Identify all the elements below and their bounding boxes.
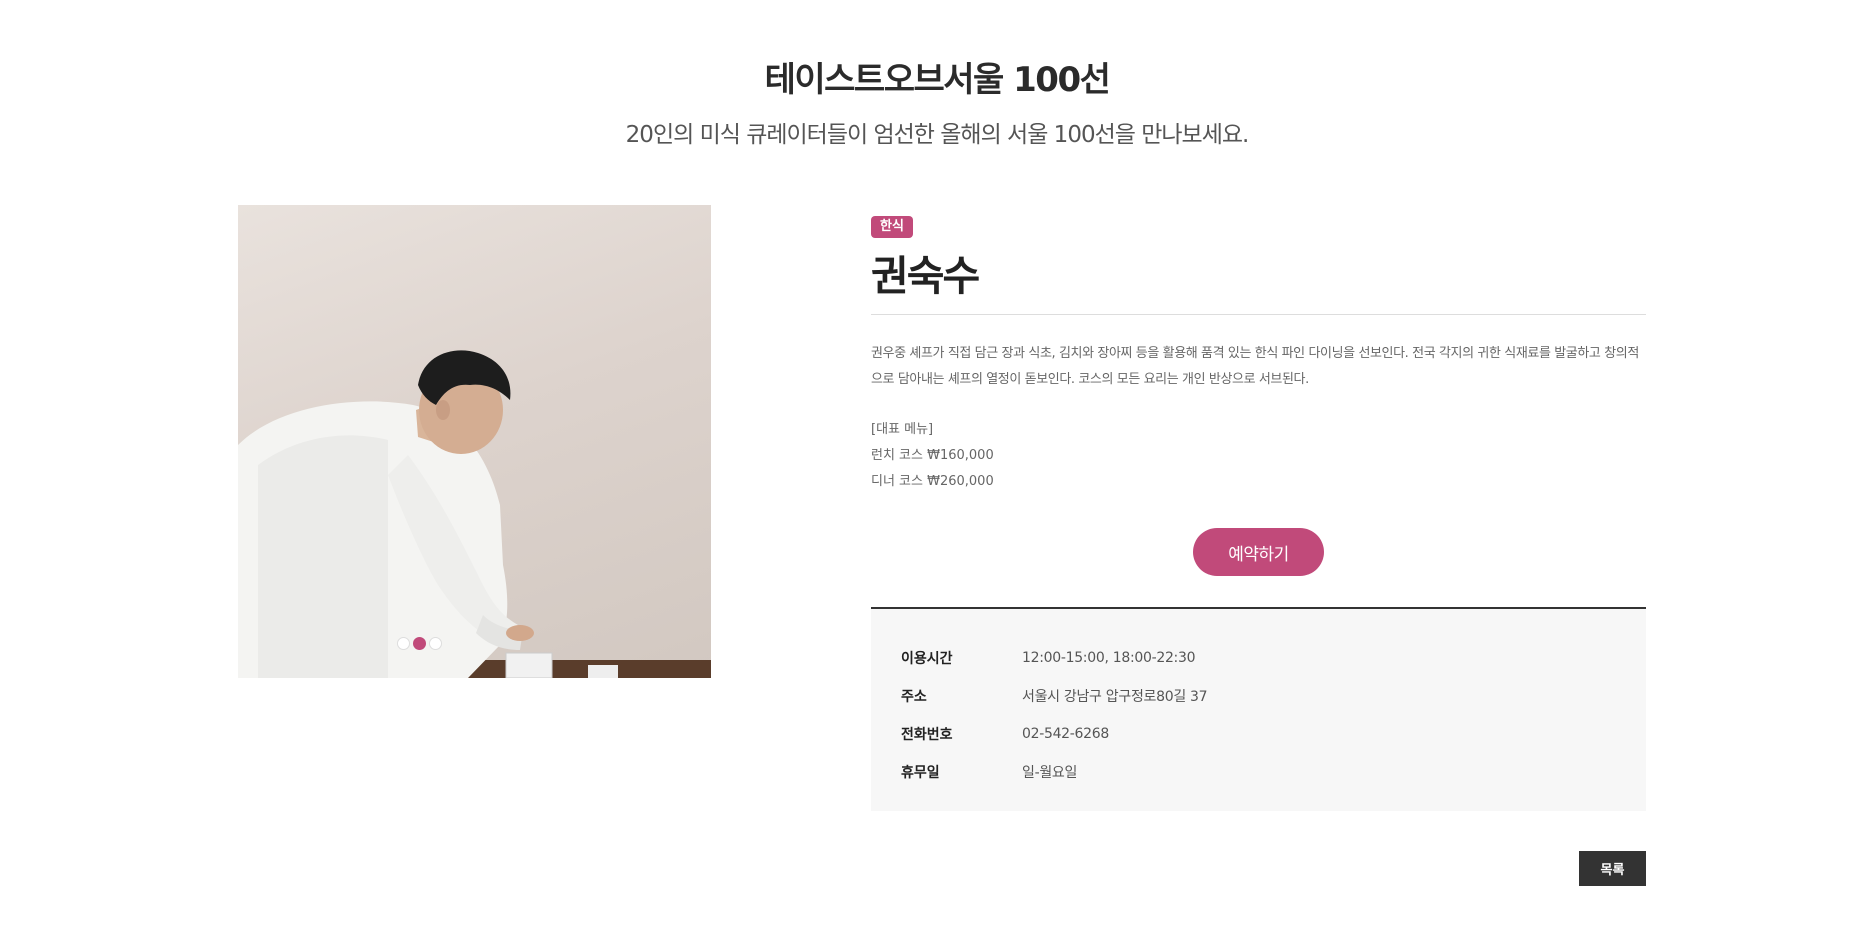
detail-label: 주소 — [901, 689, 927, 705]
detail-row-address: 주소 서울시 강남구 압구정로80길 37 — [901, 677, 1616, 715]
list-button[interactable]: 목록 — [1579, 851, 1646, 886]
detail-row-hours: 이용시간 12:00-15:00, 18:00-22:30 — [901, 639, 1616, 677]
detail-value: 서울시 강남구 압구정로80길 37 — [1022, 689, 1208, 705]
detail-value: 02-542-6268 — [1022, 726, 1109, 742]
detail-value: 일-월요일 — [1022, 765, 1078, 781]
detail-table: 이용시간 12:00-15:00, 18:00-22:30 주소 서울시 강남구… — [871, 607, 1646, 811]
divider — [871, 314, 1646, 315]
category-badge: 한식 — [871, 216, 913, 238]
restaurant-info: 한식 권숙수 권우중 셰프가 직접 담근 장과 식초, 김치와 장아찌 등을 활… — [871, 215, 1646, 576]
menu-item-dinner: 디너 코스 ₩260,000 — [871, 474, 994, 489]
detail-label: 이용시간 — [901, 651, 953, 667]
page-subtitle: 20인의 미식 큐레이터들이 엄선한 올해의 서울 100선을 만나보세요. — [625, 122, 1250, 148]
slider-dots — [238, 637, 656, 650]
detail-label: 전화번호 — [901, 727, 953, 743]
page: 테이스트오브서울 100선 20인의 미식 큐레이터들이 엄선한 올해의 서울 … — [0, 0, 1874, 926]
detail-row-closed: 휴무일 일-월요일 — [901, 753, 1616, 791]
restaurant-description: 권우중 셰프가 직접 담근 장과 식초, 김치와 장아찌 등을 활용해 품격 있… — [871, 346, 1639, 387]
detail-row-phone: 전화번호 02-542-6268 — [901, 715, 1616, 753]
menu-title: [대표 메뉴] — [871, 422, 934, 437]
restaurant-name: 권숙수 — [871, 252, 980, 300]
slider-dot-2-active[interactable] — [413, 637, 426, 650]
detail-label: 휴무일 — [901, 765, 940, 781]
chef-photo — [238, 350, 711, 678]
slider-dot-1[interactable] — [397, 637, 410, 650]
reserve-button[interactable]: 예약하기 — [1193, 528, 1324, 576]
page-title: 테이스트오브서울 100선 — [764, 60, 1111, 100]
menu-item-lunch: 런치 코스 ₩160,000 — [871, 448, 994, 463]
slider-dot-3[interactable] — [429, 637, 442, 650]
restaurant-photo-slider[interactable] — [238, 205, 711, 678]
detail-value: 12:00-15:00, 18:00-22:30 — [1022, 650, 1196, 666]
signature-menu: [대표 메뉴] 런치 코스 ₩160,000 디너 코스 ₩260,000 — [871, 417, 1646, 495]
